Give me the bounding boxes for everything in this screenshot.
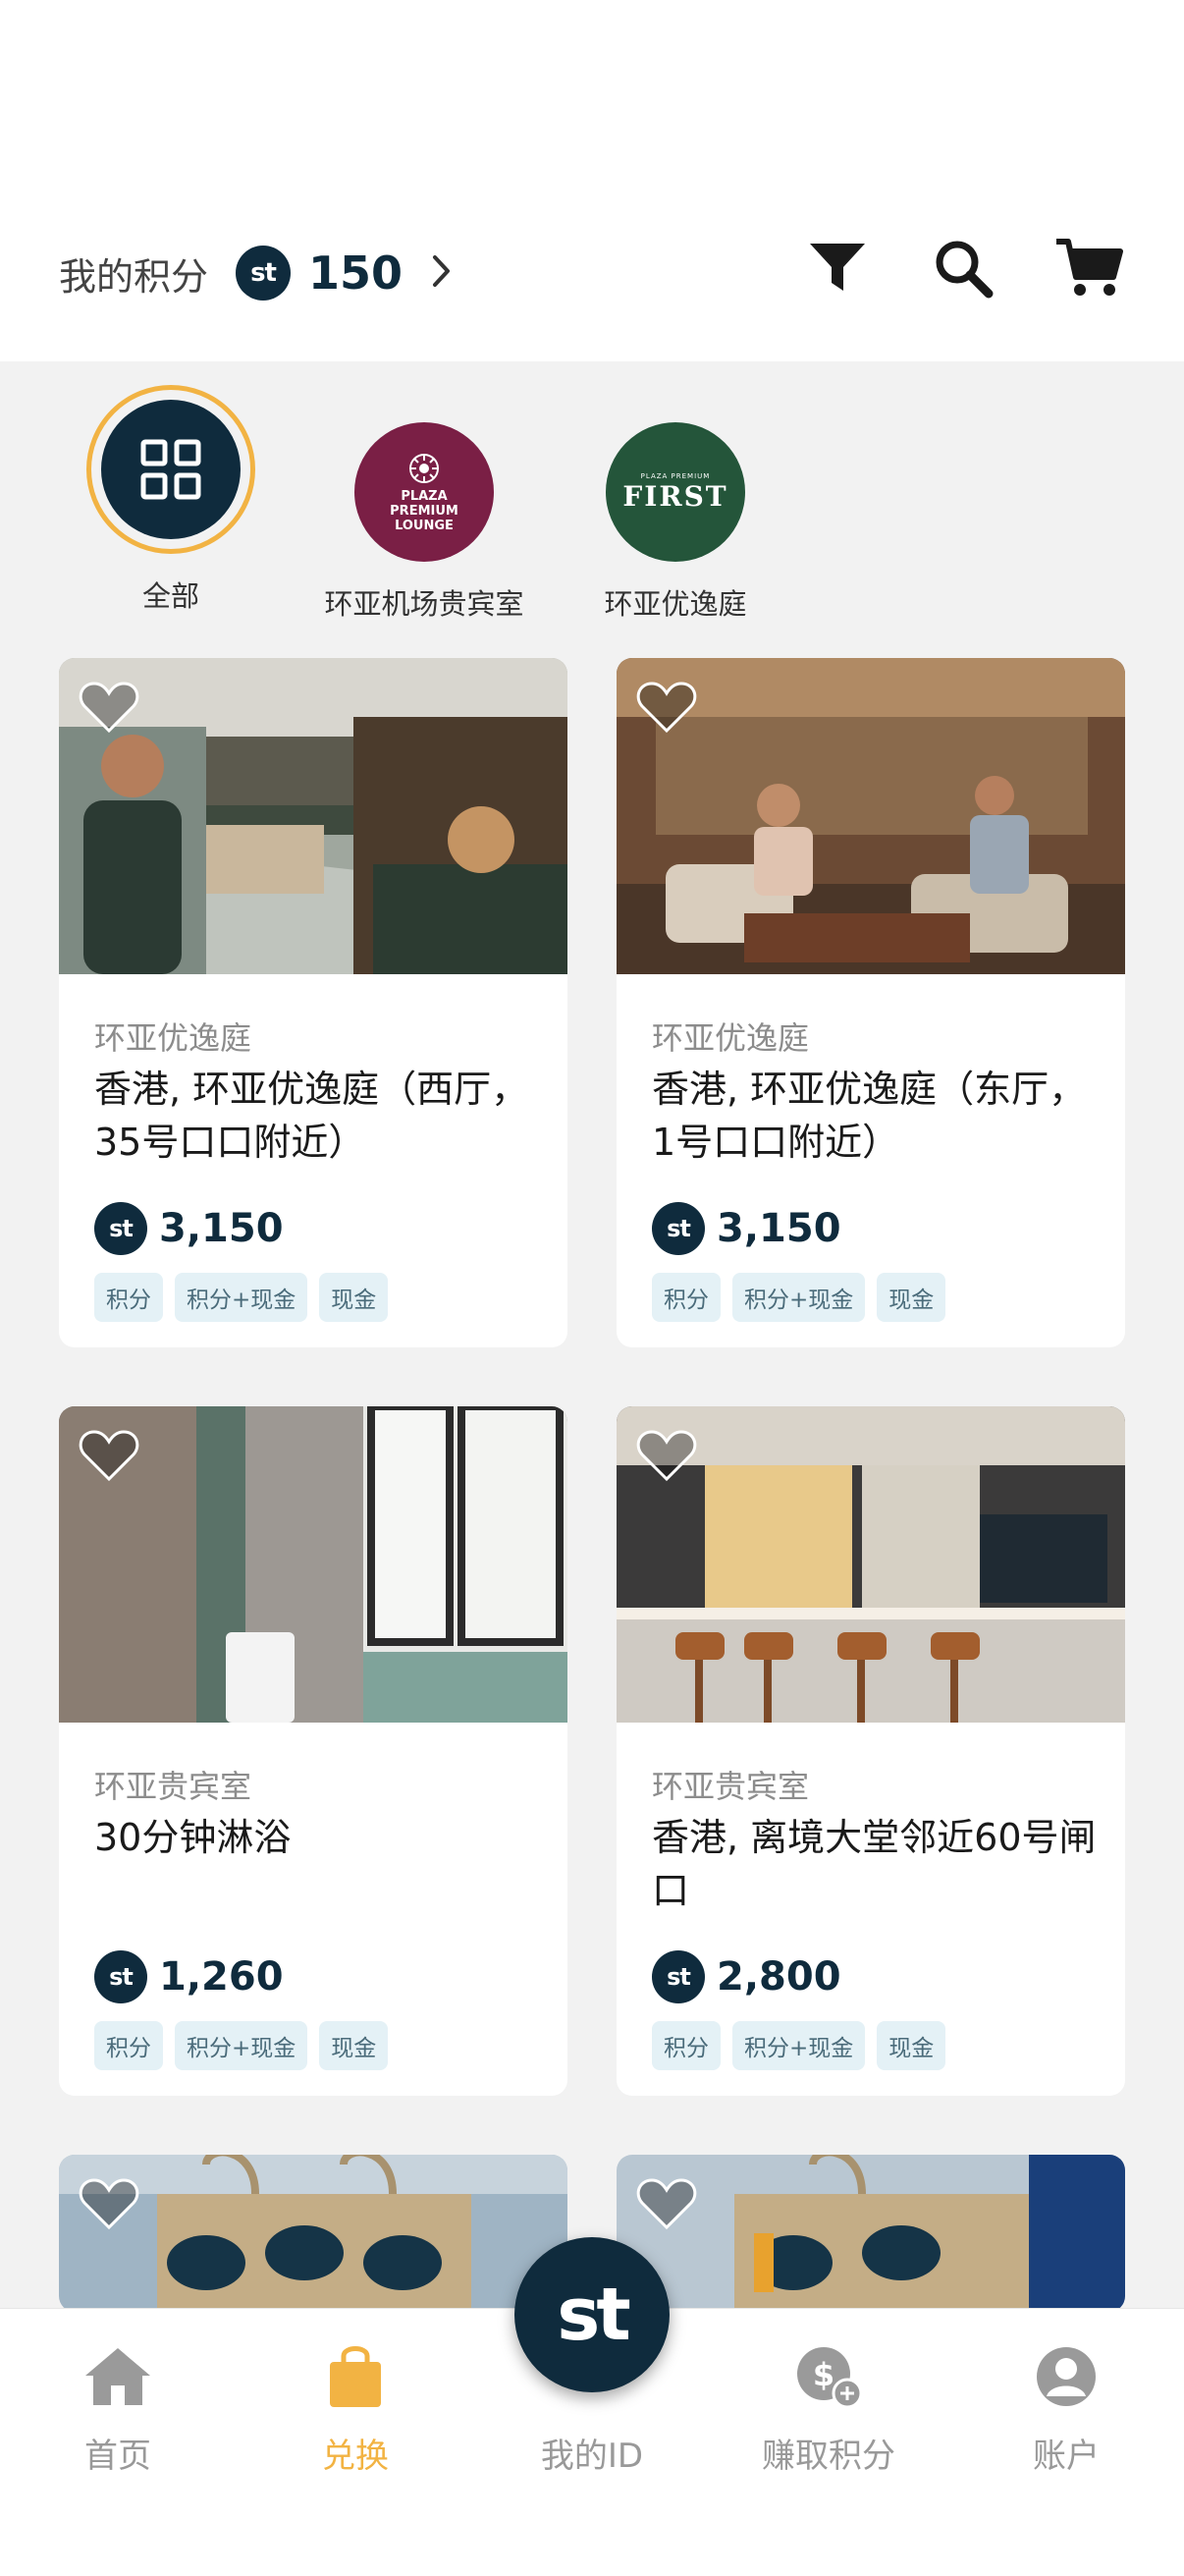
category-label: 全部 <box>141 579 199 613</box>
price-value: 1,260 <box>159 1954 284 2000</box>
nav-label: 首页 <box>84 2437 151 2476</box>
card-title: 30分钟淋浴 <box>94 1816 292 1859</box>
tag-points: 积分 <box>652 1273 721 1322</box>
heart-icon[interactable] <box>636 1428 697 1483</box>
tag-points: 积分 <box>652 2021 721 2070</box>
price-value: 3,150 <box>717 1206 841 1251</box>
tag-points-cash: 积分+现金 <box>732 2021 866 2070</box>
category-plaza-premium-first[interactable]: PLAZA PREMIUM FIRST 环亚优逸庭 <box>548 385 803 623</box>
account-icon <box>1027 2342 1105 2411</box>
header: 我的积分 st 150 <box>0 0 1184 361</box>
payment-tags: 积分 积分+现金 现金 <box>94 2021 389 2070</box>
st-logo: st <box>557 2273 630 2357</box>
card-price: st 2,800 <box>652 1950 841 2003</box>
payment-tags: 积分 积分+现金 现金 <box>652 1273 946 1322</box>
nav-account[interactable]: 账户 <box>968 2342 1164 2477</box>
card-price: st 1,260 <box>94 1950 284 2003</box>
my-id-button[interactable]: st <box>514 2237 670 2392</box>
shopping-bag-icon <box>316 2342 395 2411</box>
home-icon <box>79 2342 157 2411</box>
category-plaza-premium-lounge[interactable]: PLAZA PREMIUM LOUNGE 环亚机场贵宾室 <box>296 385 552 623</box>
st-points-icon: st <box>236 246 292 301</box>
svg-text:$: $ <box>813 2356 834 2393</box>
cart-icon[interactable] <box>1054 234 1123 302</box>
nav-label: 我的ID <box>540 2437 644 2476</box>
st-points-icon: st <box>652 1950 705 2003</box>
card-brand: 环亚贵宾室 <box>94 1768 252 1805</box>
tag-cash: 现金 <box>319 2021 389 2070</box>
tag-points: 积分 <box>94 2021 163 2070</box>
nav-earn-points[interactable]: $ 赚取积分 <box>730 2342 927 2477</box>
tag-cash: 现金 <box>877 2021 946 2070</box>
earn-points-icon: $ <box>789 2342 868 2411</box>
price-value: 2,800 <box>717 1954 841 2000</box>
heart-icon[interactable] <box>79 1428 139 1483</box>
product-card[interactable]: 环亚贵宾室 30分钟淋浴 st 1,260 积分 积分+现金 现金 <box>59 1406 567 2096</box>
filter-icon[interactable] <box>803 234 872 302</box>
my-points[interactable]: 我的积分 st 150 <box>59 238 452 308</box>
tag-cash: 现金 <box>319 1273 389 1322</box>
product-card[interactable] <box>617 2155 1125 2312</box>
tag-points-cash: 积分+现金 <box>175 2021 308 2070</box>
heart-icon[interactable] <box>79 680 139 735</box>
tote-bag-photo <box>617 2155 1125 2312</box>
plaza-premium-first-logo: PLAZA PREMIUM FIRST <box>606 422 745 562</box>
card-price: st 3,150 <box>94 1202 284 1255</box>
payment-tags: 积分 积分+现金 现金 <box>652 2021 946 2070</box>
st-points-icon: st <box>94 1950 147 2003</box>
lounge-photo <box>59 658 567 974</box>
heart-icon[interactable] <box>636 2176 697 2231</box>
nav-home[interactable]: 首页 <box>20 2342 216 2477</box>
st-points-icon: st <box>652 1202 705 1255</box>
nav-label: 账户 <box>1033 2437 1100 2476</box>
category-selector: 全部 PLAZA PREMIUM LOUNGE 环亚机场贵宾室 PLAZA PR… <box>0 385 1184 621</box>
plaza-premium-lounge-logo: PLAZA PREMIUM LOUNGE <box>354 422 494 562</box>
nav-label: 兑换 <box>322 2437 389 2476</box>
card-brand: 环亚贵宾室 <box>652 1768 810 1805</box>
chevron-right-icon <box>432 254 452 292</box>
st-points-icon: st <box>94 1202 147 1255</box>
product-card[interactable]: 环亚贵宾室 香港, 离境大堂邻近60号闸口 st 2,800 积分 积分+现金 … <box>617 1406 1125 2096</box>
heart-icon[interactable] <box>636 680 697 735</box>
payment-tags: 积分 积分+现金 现金 <box>94 1273 389 1322</box>
category-label: 环亚优逸庭 <box>604 587 747 621</box>
first-logo-small-text: PLAZA PREMIUM <box>640 471 711 480</box>
grid-icon <box>101 400 241 539</box>
tag-cash: 现金 <box>877 1273 946 1322</box>
lounge-bar-photo <box>617 1406 1125 1723</box>
card-title: 香港, 环亚优逸庭（东厅，1号口口附近） <box>652 1068 1087 1164</box>
tag-points-cash: 积分+现金 <box>732 1273 866 1322</box>
first-logo-text: FIRST <box>622 479 728 513</box>
lounge-photo <box>617 658 1125 974</box>
shower-photo <box>59 1406 567 1723</box>
heart-icon[interactable] <box>79 2176 139 2231</box>
search-icon[interactable] <box>929 234 997 302</box>
tote-bag-photo <box>59 2155 567 2312</box>
card-title: 香港, 离境大堂邻近60号闸口 <box>652 1816 1097 1912</box>
card-brand: 环亚优逸庭 <box>94 1019 252 1057</box>
nav-redeem[interactable]: 兑换 <box>257 2342 454 2477</box>
product-card[interactable] <box>59 2155 567 2312</box>
category-all[interactable]: 全部 <box>43 385 298 615</box>
category-label: 环亚机场贵宾室 <box>324 587 524 621</box>
card-brand: 环亚优逸庭 <box>652 1019 810 1057</box>
product-card[interactable]: 环亚优逸庭 香港, 环亚优逸庭（西厅，35号口口附近） st 3,150 积分 … <box>59 658 567 1347</box>
price-value: 3,150 <box>159 1206 284 1251</box>
card-title: 香港, 环亚优逸庭（西厅，35号口口附近） <box>94 1068 529 1164</box>
plaza-premium-logo-text: PLAZA PREMIUM LOUNGE <box>390 488 458 533</box>
points-label: 我的积分 <box>59 254 209 299</box>
product-card[interactable]: 环亚优逸庭 香港, 环亚优逸庭（东厅，1号口口附近） st 3,150 积分 积… <box>617 658 1125 1347</box>
card-price: st 3,150 <box>652 1202 841 1255</box>
tag-points-cash: 积分+现金 <box>175 1273 308 1322</box>
tag-points: 积分 <box>94 1273 163 1322</box>
nav-label: 赚取积分 <box>762 2437 895 2476</box>
points-value: 150 <box>308 247 404 300</box>
